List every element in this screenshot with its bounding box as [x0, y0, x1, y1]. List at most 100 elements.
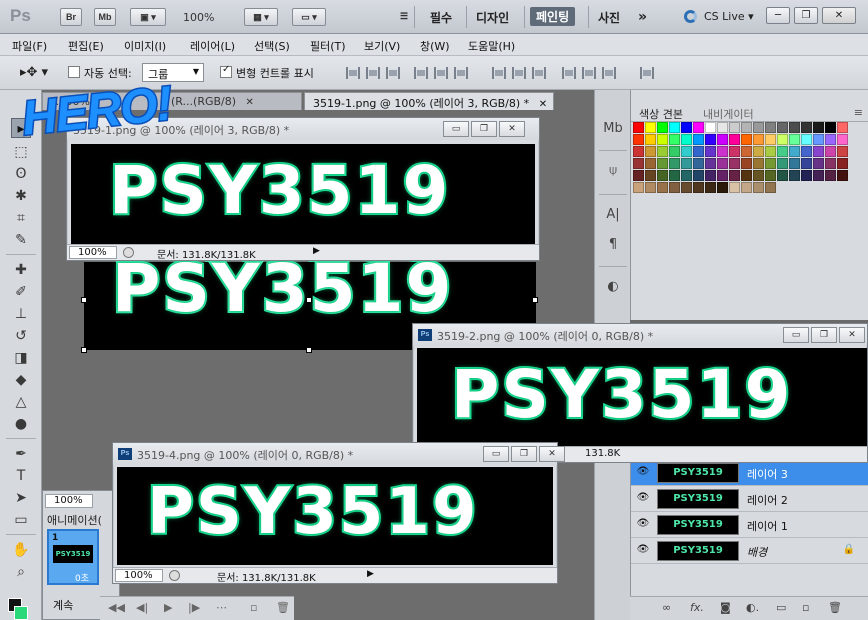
- color-swatch[interactable]: [813, 170, 824, 181]
- color-swatch[interactable]: [837, 158, 848, 169]
- color-swatch[interactable]: [753, 158, 764, 169]
- workspace-painting[interactable]: 페인팅: [530, 7, 576, 26]
- color-swatch[interactable]: [669, 158, 680, 169]
- color-swatch[interactable]: [705, 122, 716, 133]
- history-brush-tool-icon[interactable]: ↺: [11, 326, 31, 346]
- cs-live-menu[interactable]: CS Live ▾: [704, 10, 754, 23]
- color-swatch[interactable]: [705, 170, 716, 181]
- close-icon[interactable]: ✕: [839, 327, 865, 343]
- color-swatch[interactable]: [741, 170, 752, 181]
- color-swatch[interactable]: [729, 134, 740, 145]
- color-swatch[interactable]: [741, 182, 752, 193]
- visibility-eye-icon[interactable]: 👁: [636, 492, 650, 504]
- new-layer-icon[interactable]: ▫: [802, 601, 809, 614]
- color-swatch[interactable]: [825, 170, 836, 181]
- color-swatch[interactable]: [741, 158, 752, 169]
- mini-bridge-icon[interactable]: Mb: [601, 118, 625, 140]
- color-swatch[interactable]: [789, 170, 800, 181]
- layer-row[interactable]: 👁 PSY3519 레이어 1: [631, 512, 868, 538]
- color-swatch[interactable]: [825, 158, 836, 169]
- delete-frame-icon[interactable]: 🗑: [276, 601, 290, 614]
- color-swatch[interactable]: [741, 122, 752, 133]
- color-swatch[interactable]: [777, 134, 788, 145]
- color-swatch[interactable]: [777, 170, 788, 181]
- color-swatch[interactable]: [801, 158, 812, 169]
- loop-options-dropdown[interactable]: 계속: [53, 597, 73, 613]
- color-swatch[interactable]: [681, 146, 692, 157]
- color-swatch[interactable]: [753, 146, 764, 157]
- layer-style-icon[interactable]: fx.: [690, 601, 704, 614]
- color-swatch[interactable]: [789, 122, 800, 133]
- restore-icon[interactable]: ❐: [511, 446, 537, 462]
- type-tool-icon[interactable]: T: [11, 466, 31, 486]
- screen-mode-button[interactable]: ▭ ▾: [292, 8, 326, 26]
- transform-handle[interactable]: [81, 297, 87, 303]
- color-swatch[interactable]: [657, 182, 668, 193]
- color-swatch[interactable]: [837, 122, 848, 133]
- bridge-button[interactable]: Br: [60, 8, 82, 26]
- menu-filter[interactable]: 필터(T): [310, 38, 346, 54]
- distribute-bottom-icon[interactable]: [532, 67, 546, 79]
- zoom-field[interactable]: 100%: [45, 494, 93, 508]
- color-swatch[interactable]: [789, 134, 800, 145]
- minimize-icon[interactable]: ▭: [783, 327, 809, 343]
- color-swatch[interactable]: [729, 122, 740, 133]
- document-canvas[interactable]: PSY3519: [117, 467, 553, 565]
- zoom-field[interactable]: 100%: [115, 569, 163, 582]
- color-swatch[interactable]: [729, 170, 740, 181]
- document-canvas[interactable]: PSY3519: [71, 144, 535, 244]
- color-swatch[interactable]: [765, 134, 776, 145]
- animation-panel-tab[interactable]: 애니메이션(: [47, 512, 102, 528]
- status-menu-arrow-icon[interactable]: ▶: [313, 246, 320, 256]
- distribute-vcenter-icon[interactable]: [512, 67, 526, 79]
- visibility-eye-icon[interactable]: 👁: [636, 466, 650, 478]
- color-swatch[interactable]: [837, 134, 848, 145]
- align-right-icon[interactable]: [454, 67, 468, 79]
- layer-row[interactable]: 👁 PSY3519 레이어 3: [631, 460, 868, 486]
- adjustment-layer-icon[interactable]: ◐.: [746, 601, 759, 614]
- color-swatch[interactable]: [777, 146, 788, 157]
- status-info-icon[interactable]: [169, 570, 180, 581]
- color-swatch[interactable]: [657, 134, 668, 145]
- floating-layer-text[interactable]: PSY3519: [110, 248, 453, 329]
- minimize-icon[interactable]: ▭: [483, 446, 509, 462]
- color-swatch[interactable]: [717, 170, 728, 181]
- document-window-4[interactable]: Ps 3519-4.png @ 100% (레이어 0, RGB/8) * ▭ …: [112, 442, 565, 584]
- color-swatch[interactable]: [825, 122, 836, 133]
- color-swatch[interactable]: [753, 170, 764, 181]
- color-swatch[interactable]: [669, 146, 680, 157]
- brush-presets-icon[interactable]: ⍦: [601, 160, 625, 182]
- eraser-tool-icon[interactable]: ◨: [11, 348, 31, 368]
- clone-stamp-tool-icon[interactable]: ⊥: [11, 304, 31, 324]
- mini-bridge-button[interactable]: Mb: [94, 8, 116, 26]
- visibility-eye-icon[interactable]: 👁: [636, 518, 650, 530]
- color-swatch[interactable]: [633, 170, 644, 181]
- color-swatch[interactable]: [645, 158, 656, 169]
- zoom-field[interactable]: 100%: [69, 246, 117, 259]
- color-swatch[interactable]: [693, 182, 704, 193]
- menu-help[interactable]: 도움말(H): [468, 38, 515, 54]
- color-swatch[interactable]: [633, 122, 644, 133]
- color-swatch[interactable]: [813, 134, 824, 145]
- color-swatch[interactable]: [657, 158, 668, 169]
- color-swatch[interactable]: [765, 122, 776, 133]
- color-swatch[interactable]: [693, 170, 704, 181]
- auto-select-checkbox[interactable]: [68, 66, 80, 78]
- minimize-icon[interactable]: ─: [766, 7, 790, 24]
- color-swatch[interactable]: [801, 134, 812, 145]
- play-icon[interactable]: ▶: [164, 601, 172, 614]
- color-swatch[interactable]: [717, 122, 728, 133]
- color-swatch[interactable]: [837, 170, 848, 181]
- color-swatch[interactable]: [693, 122, 704, 133]
- color-swatch[interactable]: [705, 182, 716, 193]
- restore-icon[interactable]: ❐: [811, 327, 837, 343]
- color-swatch[interactable]: [681, 158, 692, 169]
- color-swatch[interactable]: [669, 134, 680, 145]
- color-swatch[interactable]: [765, 170, 776, 181]
- transform-handle[interactable]: [306, 297, 312, 303]
- color-swatch[interactable]: [669, 122, 680, 133]
- visibility-eye-icon[interactable]: 👁: [636, 544, 650, 556]
- color-swatch[interactable]: [765, 146, 776, 157]
- color-swatch[interactable]: [645, 170, 656, 181]
- layer-mask-icon[interactable]: ◙: [720, 601, 731, 614]
